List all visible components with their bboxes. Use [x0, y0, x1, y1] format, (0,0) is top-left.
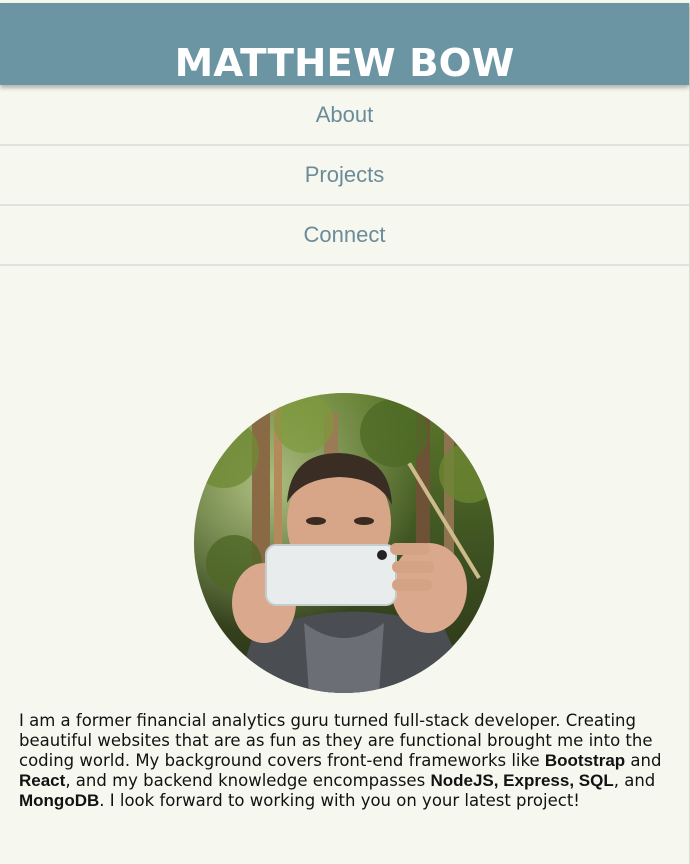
site-header: MATTHEW BOW — [0, 3, 689, 85]
nav-item-connect[interactable]: Connect — [0, 206, 689, 266]
profile-photo — [194, 393, 494, 693]
site-title: MATTHEW BOW — [174, 41, 515, 85]
tech-backend: NodeJS, Express, SQL — [430, 771, 614, 790]
nav-item-about[interactable]: About — [0, 86, 689, 146]
main-nav: About Projects Connect — [0, 86, 689, 266]
tech-bootstrap: Bootstrap — [544, 751, 626, 770]
profile-photo-image — [194, 393, 494, 693]
bio-text: and — [625, 751, 662, 770]
bio-paragraph: I am a former financial analytics guru t… — [19, 711, 679, 811]
nav-item-projects[interactable]: Projects — [0, 146, 689, 206]
bio-text: , and — [613, 771, 656, 790]
bio-text: , and my backend knowledge encompasses — [65, 771, 431, 790]
tech-mongodb: MongoDB — [19, 791, 100, 810]
bio-text: . I look forward to working with you on … — [99, 791, 580, 810]
tech-react: React — [19, 771, 66, 790]
